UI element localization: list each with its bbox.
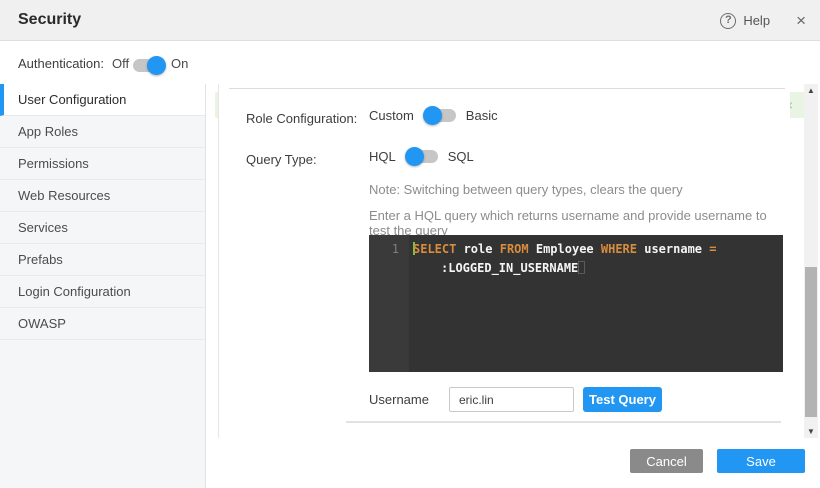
code-line-1-wrap: :LOGGED_IN_USERNAME bbox=[413, 259, 779, 278]
toggle-knob bbox=[423, 106, 442, 125]
sidebar-item-app-roles[interactable]: App Roles bbox=[0, 116, 205, 148]
divider bbox=[346, 421, 781, 423]
hql-query-editor[interactable]: 1 SELECT role FROM Employee WHERE userna… bbox=[369, 235, 783, 372]
vertical-scrollbar[interactable]: ▲ ▼ bbox=[804, 84, 818, 438]
help-icon: ? bbox=[720, 13, 736, 29]
editor-code-area[interactable]: SELECT role FROM Employee WHERE username… bbox=[409, 235, 783, 372]
toggle-knob bbox=[405, 147, 424, 166]
sidebar-item-permissions[interactable]: Permissions bbox=[0, 148, 205, 180]
role-basic-label: Basic bbox=[466, 108, 498, 123]
role-custom-label: Custom bbox=[369, 108, 414, 123]
save-button[interactable]: Save bbox=[717, 449, 805, 473]
query-type-note: Note: Switching between query types, cle… bbox=[369, 182, 683, 197]
user-configuration-panel: Role Configuration: Custom Basic Query T… bbox=[218, 84, 790, 438]
cancel-button[interactable]: Cancel bbox=[630, 449, 703, 473]
sidebar-item-user-configuration[interactable]: User Configuration bbox=[0, 84, 205, 116]
sidebar-item-owasp[interactable]: OWASP bbox=[0, 308, 205, 340]
authentication-on-label: On bbox=[171, 56, 188, 71]
username-label: Username bbox=[369, 392, 429, 407]
bracket-highlight bbox=[578, 261, 585, 274]
authentication-row: Authentication: Off On ✓ Tested query su… bbox=[0, 41, 820, 84]
query-hql-label: HQL bbox=[369, 149, 396, 164]
sidebar-item-services[interactable]: Services bbox=[0, 212, 205, 244]
help-label: Help bbox=[743, 13, 770, 28]
test-query-button[interactable]: Test Query bbox=[583, 387, 662, 412]
query-instruction-note: Enter a HQL query which returns username… bbox=[369, 208, 790, 238]
username-input[interactable] bbox=[449, 387, 574, 412]
help-button[interactable]: ? Help bbox=[720, 13, 770, 29]
editor-line-number: 1 bbox=[369, 235, 409, 372]
query-type-control: HQL SQL bbox=[369, 149, 474, 164]
scroll-down-arrow-icon[interactable]: ▼ bbox=[804, 425, 818, 438]
footer-actions: Cancel Save bbox=[206, 438, 820, 488]
divider bbox=[229, 88, 785, 89]
role-configuration-toggle[interactable] bbox=[424, 109, 456, 122]
query-type-toggle[interactable] bbox=[406, 150, 438, 163]
scrollbar-thumb[interactable] bbox=[805, 267, 817, 417]
authentication-label: Authentication: bbox=[18, 56, 104, 71]
code-line-1: SELECT role FROM Employee WHERE username… bbox=[413, 240, 779, 259]
authentication-off-label: Off bbox=[112, 56, 129, 71]
scroll-up-arrow-icon[interactable]: ▲ bbox=[804, 84, 818, 97]
query-type-label: Query Type: bbox=[246, 152, 317, 167]
authentication-toggle[interactable] bbox=[133, 59, 165, 72]
close-icon[interactable]: × bbox=[796, 11, 806, 31]
query-sql-label: SQL bbox=[448, 149, 474, 164]
sidebar: User Configuration App Roles Permissions… bbox=[0, 84, 206, 488]
page-title: Security bbox=[18, 11, 81, 29]
toggle-knob bbox=[147, 56, 166, 75]
role-configuration-control: Custom Basic bbox=[369, 108, 498, 123]
sidebar-item-login-configuration[interactable]: Login Configuration bbox=[0, 276, 205, 308]
sidebar-item-prefabs[interactable]: Prefabs bbox=[0, 244, 205, 276]
app-header: Security ? Help × bbox=[0, 0, 820, 41]
role-configuration-label: Role Configuration: bbox=[246, 111, 357, 126]
sidebar-item-web-resources[interactable]: Web Resources bbox=[0, 180, 205, 212]
